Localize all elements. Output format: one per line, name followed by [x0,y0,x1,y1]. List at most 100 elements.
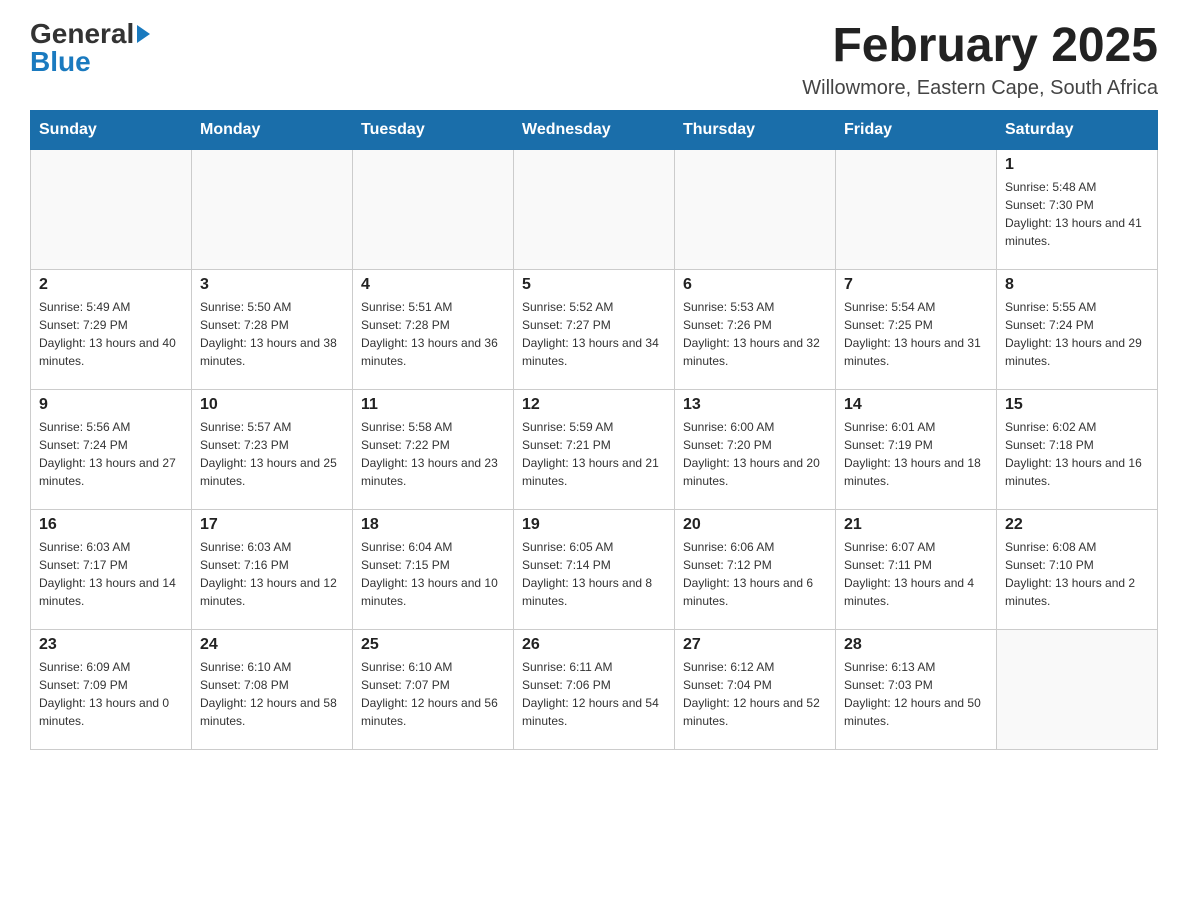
calendar-day-cell: 4Sunrise: 5:51 AMSunset: 7:28 PMDaylight… [353,269,514,389]
day-number: 10 [200,396,344,414]
day-info: Sunrise: 6:09 AMSunset: 7:09 PMDaylight:… [39,658,183,730]
day-number: 16 [39,516,183,534]
day-info: Sunrise: 5:52 AMSunset: 7:27 PMDaylight:… [522,298,666,370]
day-info: Sunrise: 6:08 AMSunset: 7:10 PMDaylight:… [1005,538,1149,610]
day-number: 1 [1005,156,1149,174]
day-number: 2 [39,276,183,294]
day-number: 5 [522,276,666,294]
day-info: Sunrise: 5:50 AMSunset: 7:28 PMDaylight:… [200,298,344,370]
location-subtitle: Willowmore, Eastern Cape, South Africa [802,77,1158,100]
day-info: Sunrise: 5:48 AMSunset: 7:30 PMDaylight:… [1005,178,1149,250]
calendar-day-cell: 8Sunrise: 5:55 AMSunset: 7:24 PMDaylight… [997,269,1158,389]
calendar-day-cell [514,149,675,269]
calendar-day-cell [675,149,836,269]
day-info: Sunrise: 6:06 AMSunset: 7:12 PMDaylight:… [683,538,827,610]
calendar-day-cell: 26 Sunrise: 6:11 AMSunset: 7:06 PMDayligh… [514,629,675,749]
calendar-day-cell: 22 Sunrise: 6:08 AMSunset: 7:10 PMDayligh… [997,509,1158,629]
day-number: 9 [39,396,183,414]
calendar-day-cell: 13Sunrise: 6:00 AMSunset: 7:20 PMDayligh… [675,389,836,509]
calendar-day-cell: 21 Sunrise: 6:07 AMSunset: 7:11 PMDayligh… [836,509,997,629]
header-row: SundayMondayTuesdayWednesdayThursdayFrid… [31,110,1158,149]
day-info: Sunrise: 5:53 AMSunset: 7:26 PMDaylight:… [683,298,827,370]
day-number: 21 [844,516,988,534]
day-number: 22 [1005,516,1149,534]
day-info: Sunrise: 6:03 AMSunset: 7:16 PMDaylight:… [200,538,344,610]
title-block: February 2025 Willowmore, Eastern Cape, … [802,20,1158,100]
calendar-day-cell: 24 Sunrise: 6:10 AMSunset: 7:08 PMDayligh… [192,629,353,749]
calendar-day-cell: 25 Sunrise: 6:10 AMSunset: 7:07 PMDayligh… [353,629,514,749]
calendar-day-cell: 14 Sunrise: 6:01 AMSunset: 7:19 PMDayligh… [836,389,997,509]
day-info: Sunrise: 6:10 AMSunset: 7:08 PMDaylight:… [200,658,344,730]
calendar-day-cell: 27Sunrise: 6:12 AMSunset: 7:04 PMDayligh… [675,629,836,749]
calendar-day-cell: 5 Sunrise: 5:52 AMSunset: 7:27 PMDaylight… [514,269,675,389]
calendar-day-cell [997,629,1158,749]
logo-general: General [30,20,134,48]
day-number: 23 [39,636,183,654]
day-number: 20 [683,516,827,534]
calendar-body: 1 Sunrise: 5:48 AMSunset: 7:30 PMDaylight… [31,149,1158,749]
day-info: Sunrise: 6:07 AMSunset: 7:11 PMDaylight:… [844,538,988,610]
day-number: 24 [200,636,344,654]
day-number: 19 [522,516,666,534]
calendar-day-cell: 19 Sunrise: 6:05 AMSunset: 7:14 PMDayligh… [514,509,675,629]
calendar-day-cell: 18 Sunrise: 6:04 AMSunset: 7:15 PMDayligh… [353,509,514,629]
day-number: 28 [844,636,988,654]
calendar-day-cell: 10 Sunrise: 5:57 AMSunset: 7:23 PMDayligh… [192,389,353,509]
day-info: Sunrise: 6:05 AMSunset: 7:14 PMDaylight:… [522,538,666,610]
day-number: 18 [361,516,505,534]
calendar-day-cell [192,149,353,269]
calendar-day-cell: 17Sunrise: 6:03 AMSunset: 7:16 PMDayligh… [192,509,353,629]
day-number: 8 [1005,276,1149,294]
calendar-day-cell: 11 Sunrise: 5:58 AMSunset: 7:22 PMDayligh… [353,389,514,509]
day-info: Sunrise: 5:49 AMSunset: 7:29 PMDaylight:… [39,298,183,370]
day-number: 26 [522,636,666,654]
calendar-day-cell: 6 Sunrise: 5:53 AMSunset: 7:26 PMDaylight… [675,269,836,389]
calendar-day-cell [353,149,514,269]
day-number: 14 [844,396,988,414]
calendar-day-cell: 2 Sunrise: 5:49 AMSunset: 7:29 PMDaylight… [31,269,192,389]
calendar-day-cell: 1 Sunrise: 5:48 AMSunset: 7:30 PMDaylight… [997,149,1158,269]
day-info: Sunrise: 5:56 AMSunset: 7:24 PMDaylight:… [39,418,183,490]
day-info: Sunrise: 6:02 AMSunset: 7:18 PMDaylight:… [1005,418,1149,490]
day-info: Sunrise: 6:13 AMSunset: 7:03 PMDaylight:… [844,658,988,730]
header-tuesday: Tuesday [353,110,514,149]
day-info: Sunrise: 5:54 AMSunset: 7:25 PMDaylight:… [844,298,988,370]
logo-triangle-icon [137,25,150,43]
header-monday: Monday [192,110,353,149]
calendar-day-cell: 20 Sunrise: 6:06 AMSunset: 7:12 PMDayligh… [675,509,836,629]
calendar-week-row: 16 Sunrise: 6:03 AMSunset: 7:17 PMDayligh… [31,509,1158,629]
day-info: Sunrise: 6:11 AMSunset: 7:06 PMDaylight:… [522,658,666,730]
page-header: General Blue February 2025 Willowmore, E… [30,20,1158,100]
calendar-week-row: 2 Sunrise: 5:49 AMSunset: 7:29 PMDaylight… [31,269,1158,389]
day-info: Sunrise: 6:10 AMSunset: 7:07 PMDaylight:… [361,658,505,730]
calendar-day-cell [31,149,192,269]
calendar-week-row: 1 Sunrise: 5:48 AMSunset: 7:30 PMDaylight… [31,149,1158,269]
day-info: Sunrise: 5:58 AMSunset: 7:22 PMDaylight:… [361,418,505,490]
calendar-day-cell [836,149,997,269]
day-number: 7 [844,276,988,294]
day-number: 6 [683,276,827,294]
logo-blue: Blue [30,48,91,76]
day-number: 12 [522,396,666,414]
day-info: Sunrise: 6:03 AMSunset: 7:17 PMDaylight:… [39,538,183,610]
header-saturday: Saturday [997,110,1158,149]
calendar-day-cell: 23 Sunrise: 6:09 AMSunset: 7:09 PMDayligh… [31,629,192,749]
calendar-day-cell: 28 Sunrise: 6:13 AMSunset: 7:03 PMDayligh… [836,629,997,749]
month-title: February 2025 [802,20,1158,73]
calendar-day-cell: 7 Sunrise: 5:54 AMSunset: 7:25 PMDaylight… [836,269,997,389]
day-number: 11 [361,396,505,414]
logo: General Blue [30,20,150,76]
day-info: Sunrise: 5:59 AMSunset: 7:21 PMDaylight:… [522,418,666,490]
calendar-table: SundayMondayTuesdayWednesdayThursdayFrid… [30,110,1158,750]
day-info: Sunrise: 6:01 AMSunset: 7:19 PMDaylight:… [844,418,988,490]
day-info: Sunrise: 6:04 AMSunset: 7:15 PMDaylight:… [361,538,505,610]
header-friday: Friday [836,110,997,149]
calendar-day-cell: 15Sunrise: 6:02 AMSunset: 7:18 PMDayligh… [997,389,1158,509]
day-number: 25 [361,636,505,654]
header-wednesday: Wednesday [514,110,675,149]
day-number: 4 [361,276,505,294]
day-info: Sunrise: 6:12 AMSunset: 7:04 PMDaylight:… [683,658,827,730]
calendar-week-row: 23 Sunrise: 6:09 AMSunset: 7:09 PMDayligh… [31,629,1158,749]
day-info: Sunrise: 5:57 AMSunset: 7:23 PMDaylight:… [200,418,344,490]
day-number: 3 [200,276,344,294]
